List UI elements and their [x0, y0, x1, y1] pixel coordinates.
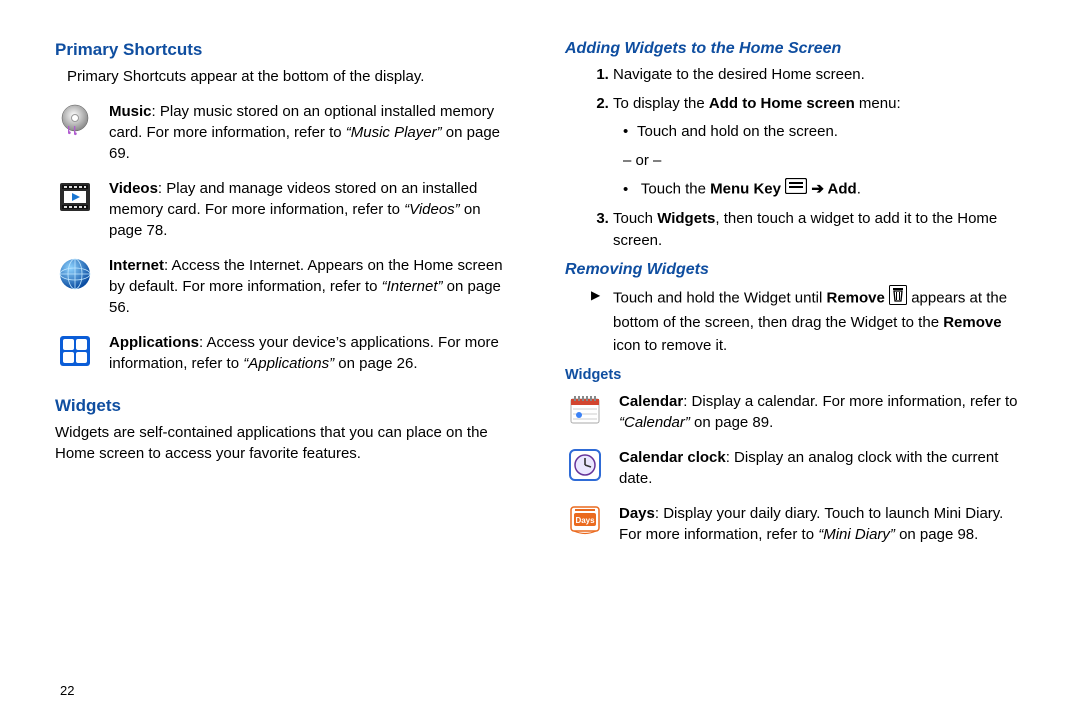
adding-steps: Navigate to the desired Home screen. To … — [565, 64, 1025, 253]
removing-item: Touch and hold the Widget until Remove a… — [613, 285, 1025, 358]
widgets-intro: Widgets are self-contained applications … — [55, 422, 515, 464]
svg-text:Days: Days — [575, 516, 595, 525]
manual-page: Primary Shortcuts Primary Shortcuts appe… — [0, 0, 1080, 720]
page-number: 22 — [60, 683, 74, 698]
shortcut-applications: Applications: Access your device’s appli… — [55, 332, 515, 374]
widget-calendar-text: Calendar: Display a calendar. For more i… — [619, 391, 1025, 433]
widget-days-text: Days: Display your daily diary. Touch to… — [619, 503, 1025, 545]
removing-list: Touch and hold the Widget until Remove a… — [565, 285, 1025, 358]
or-separator: – or – — [623, 150, 1025, 173]
heading-removing-widgets: Removing Widgets — [565, 261, 1025, 279]
heading-adding-widgets: Adding Widgets to the Home Screen — [565, 40, 1025, 58]
shortcut-videos-text: Videos: Play and manage videos stored on… — [109, 178, 515, 241]
calendar-icon — [565, 391, 605, 433]
heading-widgets: Widgets — [55, 396, 515, 416]
apps-icon — [55, 332, 95, 374]
heading-primary-shortcuts: Primary Shortcuts — [55, 40, 515, 60]
heading-widgets-list: Widgets — [565, 367, 1025, 383]
primary-intro: Primary Shortcuts appear at the bottom o… — [67, 66, 515, 87]
step-2-subs: Touch and hold on the screen. — [613, 121, 1025, 144]
shortcut-apps-text: Applications: Access your device’s appli… — [109, 332, 515, 374]
shortcut-videos: Videos: Play and manage videos stored on… — [55, 178, 515, 241]
shortcut-music: Music: Play music stored on an optional … — [55, 101, 515, 164]
globe-icon — [55, 255, 95, 318]
shortcut-internet-text: Internet: Access the Internet. Appears o… — [109, 255, 515, 318]
menu-key-icon — [785, 178, 807, 202]
shortcut-music-text: Music: Play music stored on an optional … — [109, 101, 515, 164]
step-2-subs-b: Touch the Menu Key ➔ Add. — [613, 178, 1025, 202]
sub-menu-key: Touch the Menu Key ➔ Add. — [623, 178, 1025, 202]
widget-days: Days Days: Display your daily diary. Tou… — [565, 503, 1025, 545]
widget-calendar: Calendar: Display a calendar. For more i… — [565, 391, 1025, 433]
widget-calendar-clock: Calendar clock: Display an analog clock … — [565, 447, 1025, 489]
days-icon: Days — [565, 503, 605, 545]
trash-icon — [889, 285, 907, 313]
widget-calendar-clock-text: Calendar clock: Display an analog clock … — [619, 447, 1025, 489]
step-2: To display the Add to Home screen menu: … — [613, 93, 1025, 202]
sub-touch-hold: Touch and hold on the screen. — [623, 121, 1025, 144]
calendar-clock-icon — [565, 447, 605, 489]
step-3: Touch Widgets, then touch a widget to ad… — [613, 208, 1025, 253]
left-column: Primary Shortcuts Primary Shortcuts appe… — [55, 40, 515, 700]
right-column: Adding Widgets to the Home Screen Naviga… — [565, 40, 1025, 700]
shortcut-internet: Internet: Access the Internet. Appears o… — [55, 255, 515, 318]
videos-icon — [55, 178, 95, 241]
step-1: Navigate to the desired Home screen. — [613, 64, 1025, 87]
music-icon — [55, 101, 95, 164]
